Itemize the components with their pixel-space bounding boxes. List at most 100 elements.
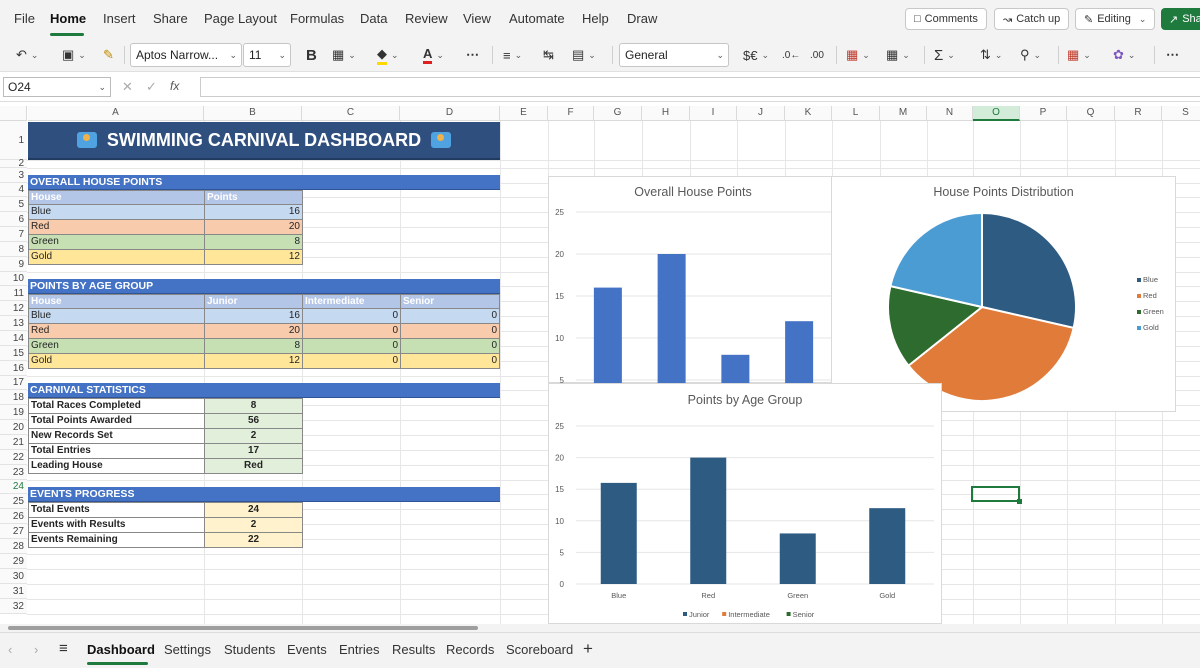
add-sheet-icon[interactable]: + xyxy=(583,639,593,659)
row-header-32[interactable]: 32 xyxy=(0,599,27,614)
row-header-23[interactable]: 23 xyxy=(0,465,27,480)
sort-filter-icon[interactable]: ⇅ ⌄ xyxy=(980,43,1002,67)
row-header-16[interactable]: 16 xyxy=(0,361,27,376)
conditional-format-icon[interactable]: ▦ ⌄ xyxy=(846,43,870,67)
cancel-icon[interactable]: ✕ xyxy=(122,79,133,95)
row-header-15[interactable]: 15 xyxy=(0,346,27,361)
column-header-d[interactable]: D xyxy=(400,106,500,121)
row-header-19[interactable]: 19 xyxy=(0,405,27,420)
menu-home[interactable]: Home xyxy=(50,11,86,26)
column-header-r[interactable]: R xyxy=(1115,106,1162,121)
menu-insert[interactable]: Insert xyxy=(103,11,136,26)
row-header-30[interactable]: 30 xyxy=(0,569,27,584)
menu-data[interactable]: Data xyxy=(360,11,387,26)
menu-help[interactable]: Help xyxy=(582,11,609,26)
fill-handle[interactable] xyxy=(1017,499,1022,504)
sheet-tab-entries[interactable]: Entries xyxy=(339,642,379,657)
row-header-12[interactable]: 12 xyxy=(0,301,27,316)
column-header-a[interactable]: A xyxy=(28,106,204,121)
menu-view[interactable]: View xyxy=(463,11,491,26)
chart-points-by-age-group[interactable]: Points by Age Group 0 5 10 15 20 25 Blue Red Gre… xyxy=(548,383,942,624)
column-header-e[interactable]: E xyxy=(500,106,548,121)
sheet-tab-settings[interactable]: Settings xyxy=(164,642,211,657)
row-header-13[interactable]: 13 xyxy=(0,316,27,331)
formula-input[interactable] xyxy=(200,77,1200,97)
row-header-28[interactable]: 28 xyxy=(0,539,27,554)
worksheet-grid[interactable]: ABCDEFGHIJKLMNOPQRS 1 2 3 4 5 6 7 8 9 10 11 12 13 14 1… xyxy=(0,106,1200,624)
font-color-icon[interactable]: A ⌄ xyxy=(423,43,444,67)
row-header-14[interactable]: 14 xyxy=(0,331,27,346)
menu-draw[interactable]: Draw xyxy=(627,11,657,26)
undo-icon[interactable]: ↶ ⌄ xyxy=(16,43,38,67)
function-icon[interactable]: fx xyxy=(170,79,179,93)
sheet-tab-records[interactable]: Records xyxy=(446,642,494,657)
column-header-h[interactable]: H xyxy=(642,106,690,121)
currency-icon[interactable]: $€ ⌄ xyxy=(743,43,769,67)
column-header-p[interactable]: P xyxy=(1020,106,1067,121)
column-header-m[interactable]: M xyxy=(880,106,927,121)
row-header-11[interactable]: 11 xyxy=(0,286,27,301)
bold-button[interactable]: B xyxy=(306,43,317,67)
font-name-select[interactable]: Aptos Narrow... ⌄ xyxy=(130,43,242,67)
row-header-20[interactable]: 20 xyxy=(0,420,27,435)
row-header-17[interactable]: 17 xyxy=(0,376,27,390)
column-header-g[interactable]: G xyxy=(594,106,642,121)
column-header-f[interactable]: F xyxy=(548,106,594,121)
row-header-29[interactable]: 29 xyxy=(0,554,27,569)
format-table-icon[interactable]: ▦ ⌄ xyxy=(886,43,910,67)
row-header-27[interactable]: 27 xyxy=(0,524,27,539)
row-header-7[interactable]: 7 xyxy=(0,227,27,242)
more-options-icon[interactable]: ⋯ xyxy=(1166,43,1179,67)
increase-decimal-icon[interactable]: .00 xyxy=(810,43,824,67)
sheet-tab-scoreboard[interactable]: Scoreboard xyxy=(506,642,573,657)
selected-cell[interactable] xyxy=(971,486,1020,502)
row-header-2[interactable]: 2 xyxy=(0,159,27,169)
number-format-select[interactable]: General ⌄ xyxy=(619,43,729,67)
row-header-21[interactable]: 21 xyxy=(0,435,27,450)
row-header-6[interactable]: 6 xyxy=(0,212,27,227)
row-header-18[interactable]: 18 xyxy=(0,390,27,405)
fill-color-icon[interactable]: ◆ ⌄ xyxy=(377,43,399,67)
row-header-9[interactable]: 9 xyxy=(0,257,27,272)
row-header-5[interactable]: 5 xyxy=(0,197,27,212)
column-header-j[interactable]: J xyxy=(737,106,785,121)
column-header-b[interactable]: B xyxy=(204,106,302,121)
menu-page-layout[interactable]: Page Layout xyxy=(204,11,277,26)
column-header-s[interactable]: S xyxy=(1162,106,1200,121)
paste-icon[interactable]: ▣ ⌄ xyxy=(62,43,86,67)
row-header-8[interactable]: 8 xyxy=(0,242,27,257)
row-header-22[interactable]: 22 xyxy=(0,450,27,465)
horizontal-scrollbar[interactable] xyxy=(0,624,1200,632)
copilot-icon[interactable]: ✿ ⌄ xyxy=(1113,43,1135,67)
add-ins-icon[interactable]: ▦ ⌄ xyxy=(1067,43,1091,67)
column-header-o[interactable]: O xyxy=(973,106,1020,121)
column-header-i[interactable]: I xyxy=(690,106,737,121)
menu-share[interactable]: Share xyxy=(153,11,188,26)
format-painter-icon[interactable]: ✎ xyxy=(103,43,114,67)
wrap-text-icon[interactable]: ↹ xyxy=(543,43,554,67)
sheet-tab-students[interactable]: Students xyxy=(224,642,275,657)
row-header-1[interactable]: 1 xyxy=(0,121,27,160)
catch-up-button[interactable]: ↝ Catch up xyxy=(994,8,1070,30)
row-header-25[interactable]: 25 xyxy=(0,494,27,509)
select-all-corner[interactable] xyxy=(0,106,27,121)
editing-mode-button[interactable]: ✎ Editing ⌄ xyxy=(1075,8,1156,30)
name-box[interactable]: O24 ⌄ xyxy=(3,77,111,97)
decrease-decimal-icon[interactable]: .0← xyxy=(782,43,800,67)
row-header-3[interactable]: 3 xyxy=(0,168,27,183)
align-icon[interactable]: ≡ ⌄ xyxy=(503,43,522,67)
menu-review[interactable]: Review xyxy=(405,11,448,26)
all-sheets-menu-icon[interactable]: ≡ xyxy=(59,640,68,657)
scrollbar-thumb[interactable] xyxy=(8,626,478,630)
sheet-tab-events[interactable]: Events xyxy=(287,642,327,657)
column-header-n[interactable]: N xyxy=(927,106,973,121)
row-header-31[interactable]: 31 xyxy=(0,584,27,599)
autosum-icon[interactable]: Σ ⌄ xyxy=(934,43,955,67)
column-header-k[interactable]: K xyxy=(785,106,832,121)
comments-button[interactable]: □ Comments xyxy=(905,8,987,30)
column-header-q[interactable]: Q xyxy=(1067,106,1115,121)
row-header-4[interactable]: 4 xyxy=(0,183,27,197)
menu-file[interactable]: File xyxy=(14,11,35,26)
share-button[interactable]: ↗ Sha xyxy=(1161,8,1200,30)
merge-icon[interactable]: ▤ ⌄ xyxy=(572,43,596,67)
